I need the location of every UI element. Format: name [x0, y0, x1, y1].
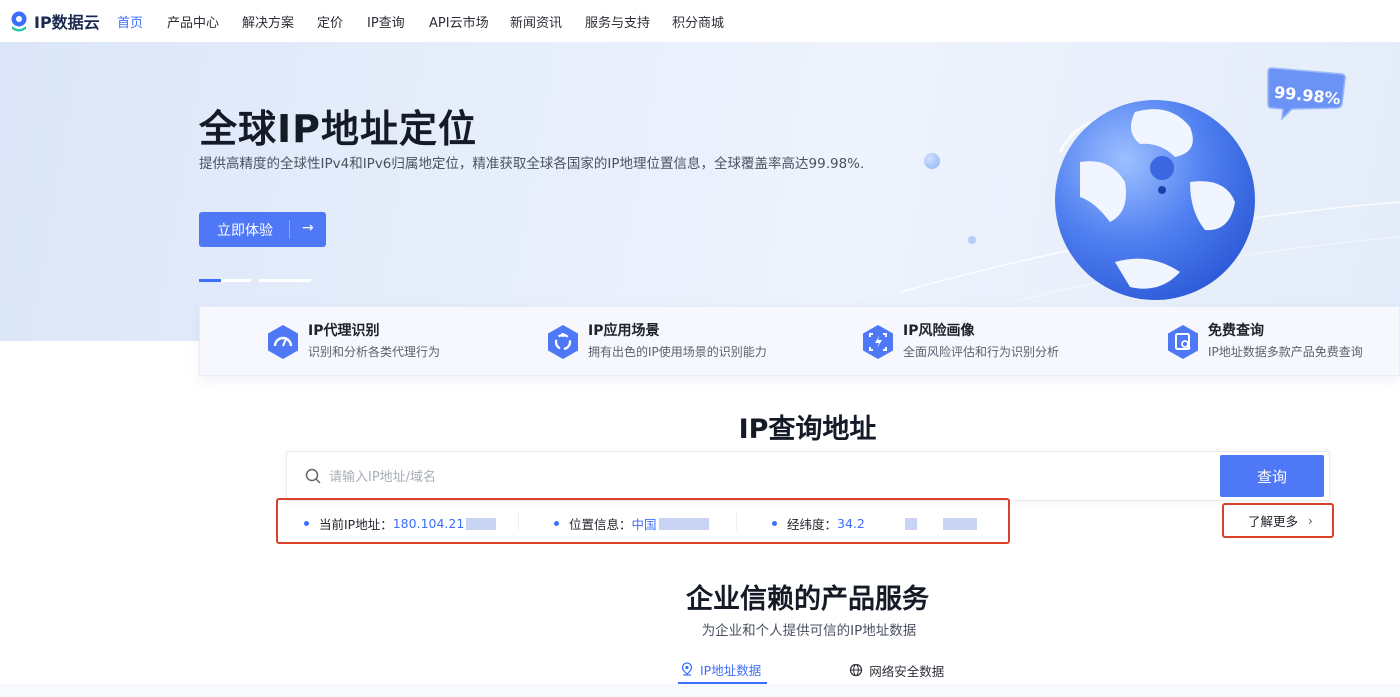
arrow-right-icon: → — [302, 220, 314, 236]
ip-search-input[interactable] — [329, 466, 1189, 488]
feature-desc: 识别和分析各类代理行为 — [308, 345, 441, 359]
location-item: 位置信息： 中国 — [554, 514, 709, 533]
current-ip-label: 当前IP地址： — [319, 517, 393, 532]
search-doc-icon — [1168, 325, 1198, 359]
latlng-value: 34.2 — [837, 516, 865, 531]
location-pin-icon — [681, 662, 693, 676]
nav-item-ip-query[interactable]: IP查询 — [367, 12, 429, 31]
nav-item-pricing[interactable]: 定价 — [317, 12, 367, 31]
divider — [736, 512, 737, 530]
globe-illustration — [1055, 100, 1255, 300]
latlng-label: 经纬度： — [787, 517, 838, 532]
redacted-mask — [942, 517, 977, 530]
chevron-right-icon: › — [1308, 513, 1313, 528]
nav-item-home[interactable]: 首页 — [117, 12, 167, 31]
logo-text: IP数据云 — [34, 13, 100, 32]
product-tabs: IP地址数据 网络安全数据 — [678, 660, 944, 684]
feature-proxy-detection[interactable]: IP代理识别 识别和分析各类代理行为 — [266, 322, 440, 360]
carousel-dot-2[interactable] — [221, 279, 251, 282]
location-value: 中国 — [631, 517, 657, 532]
query-button[interactable]: 查询 — [1220, 455, 1324, 497]
redacted-mask — [658, 517, 709, 530]
ip-search-bar: 查询 — [286, 451, 1330, 501]
search-icon — [305, 468, 321, 484]
hero-title: 全球IP地址定位 — [199, 107, 477, 151]
feature-app-scenario[interactable]: IP应用场景 拥有出色的IP使用场景的识别能力 — [546, 322, 767, 360]
content-band — [0, 684, 1400, 697]
nav-item-products[interactable]: 产品中心 — [167, 12, 242, 31]
feature-title: IP代理识别 — [308, 323, 380, 339]
bullet — [304, 521, 309, 526]
location-label: 位置信息： — [569, 517, 632, 532]
button-divider — [289, 220, 290, 239]
redacted-mask — [466, 517, 497, 530]
nav-menu: 首页 产品中心 解决方案 定价 IP查询 API云市场 新闻资讯 服务与支持 积… — [117, 12, 747, 31]
logo-icon — [11, 11, 27, 32]
globe-icon — [850, 663, 863, 677]
feature-risk-profile[interactable]: IP风险画像 全面风险评估和行为识别分析 — [861, 322, 1059, 360]
features-bar: IP代理识别 识别和分析各类代理行为 IP应用场景 拥有出色的IP使用场景的识别… — [199, 306, 1400, 376]
tab-ip-address-data[interactable]: IP地址数据 — [678, 660, 768, 684]
try-now-label: 立即体验 — [217, 222, 273, 239]
learn-more-button[interactable]: 了解更多 › — [1222, 503, 1334, 538]
carousel-dot-3[interactable] — [259, 279, 311, 282]
risk-scan-icon — [863, 325, 893, 359]
carousel-indicators — [199, 279, 311, 282]
redacted-mask — [904, 517, 917, 530]
nav-item-news[interactable]: 新闻资讯 — [510, 12, 585, 31]
feature-title: IP风险画像 — [903, 323, 975, 339]
feature-desc: IP地址数据多款产品免费查询 — [1208, 345, 1363, 359]
current-ip-value: 180.104.21 — [392, 516, 465, 531]
hero-subtitle: 提供高精度的全球性IPv4和IPv6归属地定位，精准获取全球各国家的IP地理位置… — [199, 156, 865, 172]
bullet — [554, 521, 559, 526]
feature-desc: 拥有出色的IP使用场景的识别能力 — [588, 345, 767, 359]
current-ip-info: 当前IP地址： 180.104.21 位置信息： 中国 经纬度： 34.2 — [276, 498, 1010, 544]
divider — [518, 512, 519, 530]
carousel-dot-1[interactable] — [199, 279, 221, 282]
nav-item-solutions[interactable]: 解决方案 — [242, 12, 317, 31]
cycle-icon — [548, 325, 578, 359]
ip-query-title: IP查询地址 — [738, 414, 877, 445]
speedometer-icon — [268, 325, 298, 359]
feature-title: IP应用场景 — [588, 323, 660, 339]
latlng-item: 经纬度： 34.2 — [772, 514, 977, 533]
feature-desc: 全面风险评估和行为识别分析 — [903, 345, 1060, 359]
current-ip-item: 当前IP地址： 180.104.21 — [304, 514, 497, 533]
bullet — [772, 521, 777, 526]
learn-more-label: 了解更多 — [1248, 514, 1299, 529]
try-now-button[interactable]: 立即体验 → — [199, 212, 326, 247]
feature-title: 免费查询 — [1208, 323, 1264, 339]
tab-label: IP地址数据 — [700, 662, 762, 678]
hero-banner: 全球IP地址定位 提供高精度的全球性IPv4和IPv6归属地定位，精准获取全球各… — [0, 42, 1400, 341]
nav-item-points-mall[interactable]: 积分商城 — [672, 12, 747, 31]
tab-label: 网络安全数据 — [869, 663, 945, 679]
decor-bubble — [924, 153, 940, 169]
nav-item-api-market[interactable]: API云市场 — [429, 12, 510, 31]
logo[interactable]: IP数据云 — [8, 9, 100, 33]
nav-item-support[interactable]: 服务与支持 — [585, 12, 672, 31]
top-nav: IP数据云 首页 产品中心 解决方案 定价 IP查询 API云市场 新闻资讯 服… — [0, 0, 1400, 42]
tab-network-security-data[interactable]: 网络安全数据 — [849, 660, 944, 684]
products-title: 企业信赖的产品服务 — [686, 584, 929, 615]
products-subtitle: 为企业和个人提供可信的IP地址数据 — [701, 623, 917, 639]
feature-free-query[interactable]: 免费查询 IP地址数据多款产品免费查询 — [1166, 322, 1363, 360]
